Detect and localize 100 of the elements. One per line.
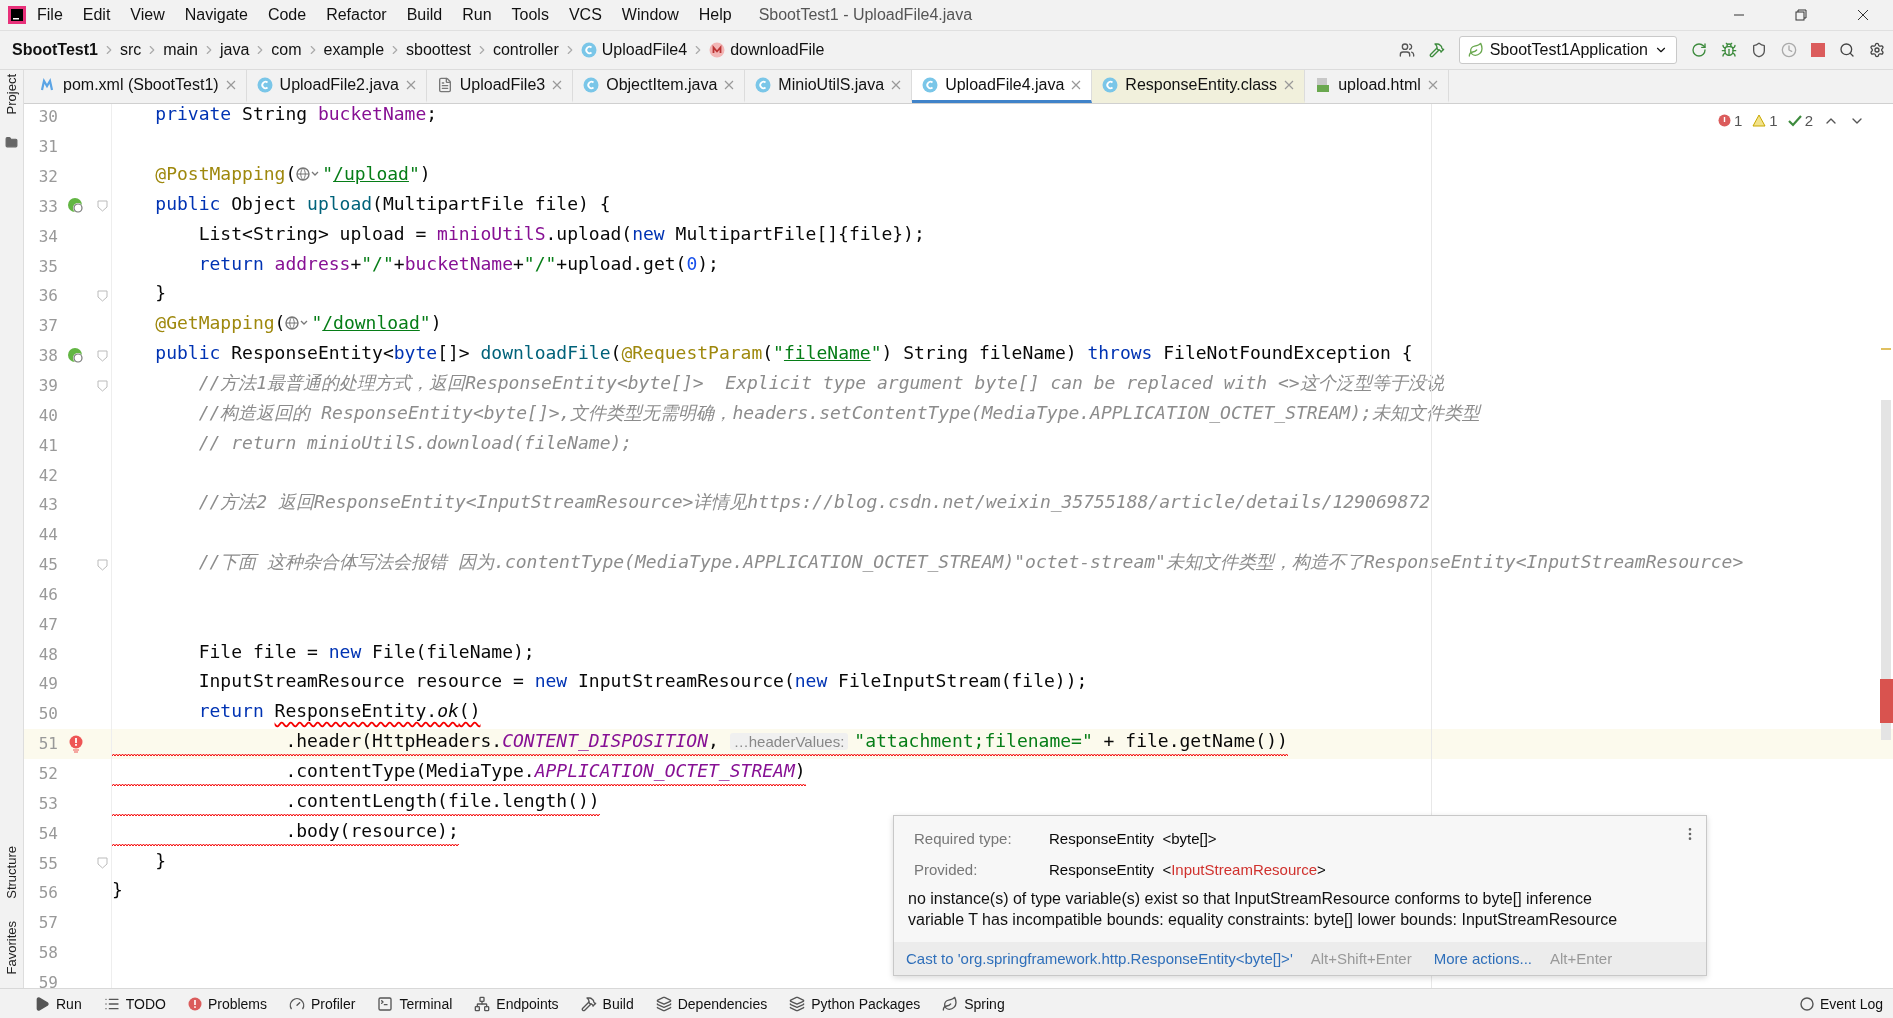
menu-item[interactable]: Navigate (175, 6, 257, 24)
tool-window-button[interactable]: Spring (942, 995, 1005, 1012)
breadcrumb[interactable]: java (219, 41, 250, 59)
tool-window-button[interactable]: Dependencies (655, 995, 768, 1012)
tool-window-button[interactable]: TODO (103, 995, 166, 1012)
error-bulb-icon[interactable] (69, 734, 83, 753)
tool-window-button[interactable]: Build (580, 995, 634, 1012)
menu-item[interactable]: VCS (559, 6, 611, 24)
line-number: 48 (37, 644, 58, 664)
shortcut-hint: Alt+Shift+Enter (1310, 950, 1412, 967)
code-line: @PostMapping( "/upload") (154, 163, 431, 187)
tool-window-button[interactable]: Python Packages (789, 995, 921, 1012)
breadcrumb[interactable]: com (271, 41, 302, 59)
layers-icon (789, 995, 806, 1012)
type-value: ResponseEntity <byte[]> (1049, 830, 1217, 847)
menu-item[interactable]: File (28, 6, 72, 24)
m-icon (40, 77, 56, 93)
method-icon (709, 42, 726, 58)
fold-marker-icon[interactable] (97, 379, 108, 392)
breadcrumb[interactable]: UploadFile4 (580, 41, 688, 59)
gauge-icon (289, 995, 306, 1012)
tool-window-tab[interactable]: Project (4, 74, 19, 115)
fold-marker-icon[interactable] (97, 857, 108, 869)
restore-icon[interactable] (1795, 9, 1807, 21)
line-number: 38 (37, 346, 58, 366)
breadcrumb[interactable]: SbootTest1 (12, 41, 98, 59)
fold-marker-icon[interactable] (97, 200, 108, 213)
terminal-icon (377, 995, 394, 1012)
line-number: 36 (37, 286, 58, 306)
play-icon (34, 995, 50, 1012)
endpoint-icon[interactable] (67, 197, 85, 216)
line-number: 34 (37, 226, 58, 246)
menu-item[interactable]: View (121, 6, 174, 24)
code-line: } (154, 849, 167, 873)
code-line: } (112, 879, 123, 903)
line-number: 43 (37, 495, 58, 515)
close-icon[interactable] (1857, 9, 1869, 21)
breadcrumb[interactable]: main (163, 41, 198, 59)
code-line: File file = new File(fileName); (197, 640, 535, 664)
event-log-button[interactable]: Event Log (1799, 995, 1883, 1012)
run-configuration-dropdown[interactable]: SbootTest1Application (1458, 36, 1677, 64)
menu-item[interactable]: Refactor (317, 6, 396, 24)
tool-window-tab[interactable]: Favorites (4, 920, 19, 974)
clock-icon (1781, 42, 1797, 58)
menu-item[interactable]: Edit (73, 6, 120, 24)
window-title: SbootTest1 - UploadFile4.java (758, 6, 974, 24)
code-line: return address+"/"+bucketName+"/"+upload.get(0); (197, 252, 719, 276)
tool-window-button[interactable]: Profiler (289, 995, 356, 1012)
hammer-icon (580, 995, 597, 1012)
breadcrumb[interactable]: src (119, 41, 142, 59)
tool-window-button[interactable]: Problems (187, 995, 268, 1012)
tool-window-button[interactable]: Terminal (377, 995, 453, 1012)
code-line: public Object upload(MultipartFile file) { (154, 192, 611, 216)
line-number: 56 (37, 883, 58, 903)
menu-item[interactable]: Help (689, 6, 741, 24)
tool-window-button[interactable]: Run (34, 995, 82, 1012)
line-number: 45 (37, 555, 58, 575)
class-icon (583, 77, 600, 93)
breadcrumb[interactable]: sboottest (406, 41, 471, 59)
menu-item[interactable]: Window (612, 6, 688, 24)
warning-count[interactable]: 1 (1752, 112, 1778, 129)
passed-count[interactable]: 2 (1787, 112, 1813, 129)
error-count[interactable]: 1 (1717, 112, 1743, 129)
leaf-icon (1467, 42, 1484, 58)
line-number: 55 (37, 853, 58, 873)
breadcrumb[interactable]: downloadFile (709, 41, 825, 59)
breadcrumb[interactable]: controller (492, 41, 559, 59)
fold-marker-icon[interactable] (97, 349, 108, 362)
menu-item[interactable]: Code (258, 6, 316, 24)
search-icon (1839, 42, 1855, 58)
code-line: } (154, 282, 167, 306)
tool-window-tab[interactable]: Structure (4, 845, 19, 899)
endpoint-icon[interactable] (67, 346, 85, 365)
line-number: 44 (37, 525, 58, 545)
editor-tab[interactable]: ResponseEntity.class (1092, 70, 1306, 103)
settings-icon (1869, 42, 1885, 58)
bug-icon (1721, 42, 1737, 58)
code-line: private String bucketName; (154, 104, 438, 127)
line-number: 31 (37, 137, 58, 157)
code-line: // return minioUtilS.download(fileName); (197, 431, 633, 455)
folder-icon (5, 136, 18, 150)
line-number: 35 (37, 256, 58, 276)
tool-window-button[interactable]: Endpoints (474, 995, 559, 1012)
fold-marker-icon[interactable] (97, 558, 108, 571)
menu-item[interactable]: Run (453, 6, 501, 24)
line-number: 32 (37, 167, 58, 187)
user-icon (1398, 42, 1415, 58)
fold-marker-icon[interactable] (97, 290, 108, 302)
editor-tab[interactable]: UploadFile4.java (912, 70, 1093, 103)
menu-item[interactable]: Tools (502, 6, 558, 24)
quick-fix-link[interactable]: More actions... (1433, 950, 1533, 967)
line-number: 58 (37, 943, 58, 963)
breadcrumb[interactable]: example (323, 41, 385, 59)
rerun-icon (1691, 42, 1707, 58)
line-number: 37 (37, 316, 58, 336)
line-number: 59 (37, 972, 58, 988)
menu-item[interactable]: Build (397, 6, 452, 24)
network-icon (474, 995, 491, 1012)
quick-fix-link[interactable]: Cast to 'org.springframework.http.ResponseEntity<byte[]>' (906, 950, 1293, 967)
file-icon (436, 77, 453, 93)
